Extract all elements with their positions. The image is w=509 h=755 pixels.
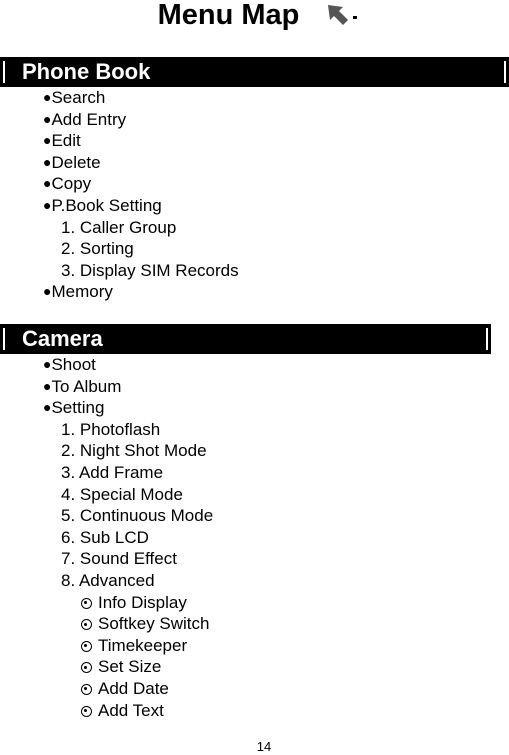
menu-item-label: Add Text <box>98 700 164 720</box>
menu-item: 2. Night Shot Mode <box>61 440 207 461</box>
menu-item: 8. Advanced <box>61 570 155 591</box>
section-header-phone-book: Phone Book <box>0 57 509 87</box>
menu-item-label: To Album <box>51 376 122 396</box>
menu-item: 1. Caller Group <box>61 217 176 238</box>
menu-item-label: Search <box>51 88 106 107</box>
bullet-icon: ● <box>43 132 52 149</box>
menu-item-label: Copy <box>51 174 92 194</box>
menu-item-label: 5. Continuous Mode <box>61 506 214 526</box>
menu-item-label: Info Display <box>98 592 187 612</box>
menu-item-label: 3. Add Frame <box>61 463 164 482</box>
page-title-text: Menu Map <box>157 0 300 31</box>
menu-item: Add Text <box>81 700 164 721</box>
menu-item-label: 2. Night Shot Mode <box>61 441 207 461</box>
menu-item: ●Shoot <box>43 354 96 376</box>
menu-item-label: 1. Caller Group <box>61 217 177 237</box>
cursor-arrow-icon <box>328 5 357 25</box>
menu-item: 3. Display SIM Records <box>61 260 239 281</box>
section-title: Phone Book <box>22 59 151 84</box>
radio-circle-icon <box>81 619 92 631</box>
radio-circle-icon <box>81 705 92 717</box>
menu-item: 7. Sound Effect <box>61 548 177 569</box>
menu-item-label: 2. Sorting <box>61 239 134 259</box>
page-title: Menu Map <box>0 0 509 32</box>
menu-item-label: P.Book Setting <box>51 196 162 215</box>
menu-item: ●Memory <box>43 281 113 303</box>
menu-item: 5. Continuous Mode <box>61 505 213 526</box>
menu-item-label: 1. Photoflash <box>61 419 161 439</box>
menu-item: Set Size <box>81 656 161 677</box>
menu-item-label: Shoot <box>51 355 96 374</box>
menu-item-label: Delete <box>51 152 101 172</box>
bullet-icon: ● <box>43 175 52 192</box>
menu-item-label: Add Date <box>98 679 169 698</box>
bullet-icon: ● <box>43 356 52 372</box>
menu-item: 6. Sub LCD <box>61 527 149 548</box>
bullet-icon: ● <box>43 153 52 170</box>
menu-item-label: 7. Sound Effect <box>61 549 177 569</box>
menu-item: ●Setting <box>43 397 104 419</box>
menu-item: Info Display <box>81 592 187 613</box>
bullet-icon: ● <box>43 399 52 416</box>
menu-item: 3. Add Frame <box>61 462 163 483</box>
menu-item: Timekeeper <box>81 635 187 656</box>
menu-item-label: 6. Sub LCD <box>61 527 149 547</box>
menu-item: ●P.Book Setting <box>43 195 162 217</box>
menu-item-label: Timekeeper <box>98 635 188 655</box>
menu-item-label: Set Size <box>98 657 162 677</box>
menu-item: 2. Sorting <box>61 238 134 259</box>
menu-item: ●To Album <box>43 376 121 398</box>
radio-circle-icon <box>81 684 92 695</box>
menu-item: 4. Special Mode <box>61 484 183 505</box>
menu-item-label: 4. Special Mode <box>61 484 183 504</box>
menu-item: ●Copy <box>43 173 91 195</box>
radio-circle-icon <box>81 640 92 652</box>
section-header-camera: Camera <box>0 324 491 354</box>
menu-item-label: Add Entry <box>51 109 127 129</box>
menu-item-label: 3. Display SIM Records <box>61 260 239 280</box>
menu-item: ●Search <box>43 87 105 109</box>
menu-item: Add Date <box>81 678 169 699</box>
menu-item-label: 8. Advanced <box>61 571 155 590</box>
menu-item: ●Edit <box>43 130 81 152</box>
menu-item: 1. Photoflash <box>61 419 160 440</box>
menu-item-label: Edit <box>51 131 81 151</box>
menu-item: ●Add Entry <box>43 109 126 131</box>
radio-circle-icon <box>81 597 92 609</box>
menu-item: ●Delete <box>43 152 101 174</box>
bullet-icon: ● <box>43 283 52 300</box>
menu-item-label: Softkey Switch <box>98 614 210 634</box>
section-title: Camera <box>22 326 103 351</box>
menu-item: Softkey Switch <box>81 613 210 634</box>
bullet-icon: ● <box>43 197 52 213</box>
bullet-icon: ● <box>43 110 52 127</box>
bullet-icon: ● <box>43 89 52 105</box>
bullet-icon: ● <box>43 377 52 394</box>
menu-item-label: Setting <box>51 398 105 418</box>
menu-item-label: Memory <box>51 282 113 302</box>
radio-circle-icon <box>81 662 92 674</box>
page-number: 14 <box>256 739 272 754</box>
